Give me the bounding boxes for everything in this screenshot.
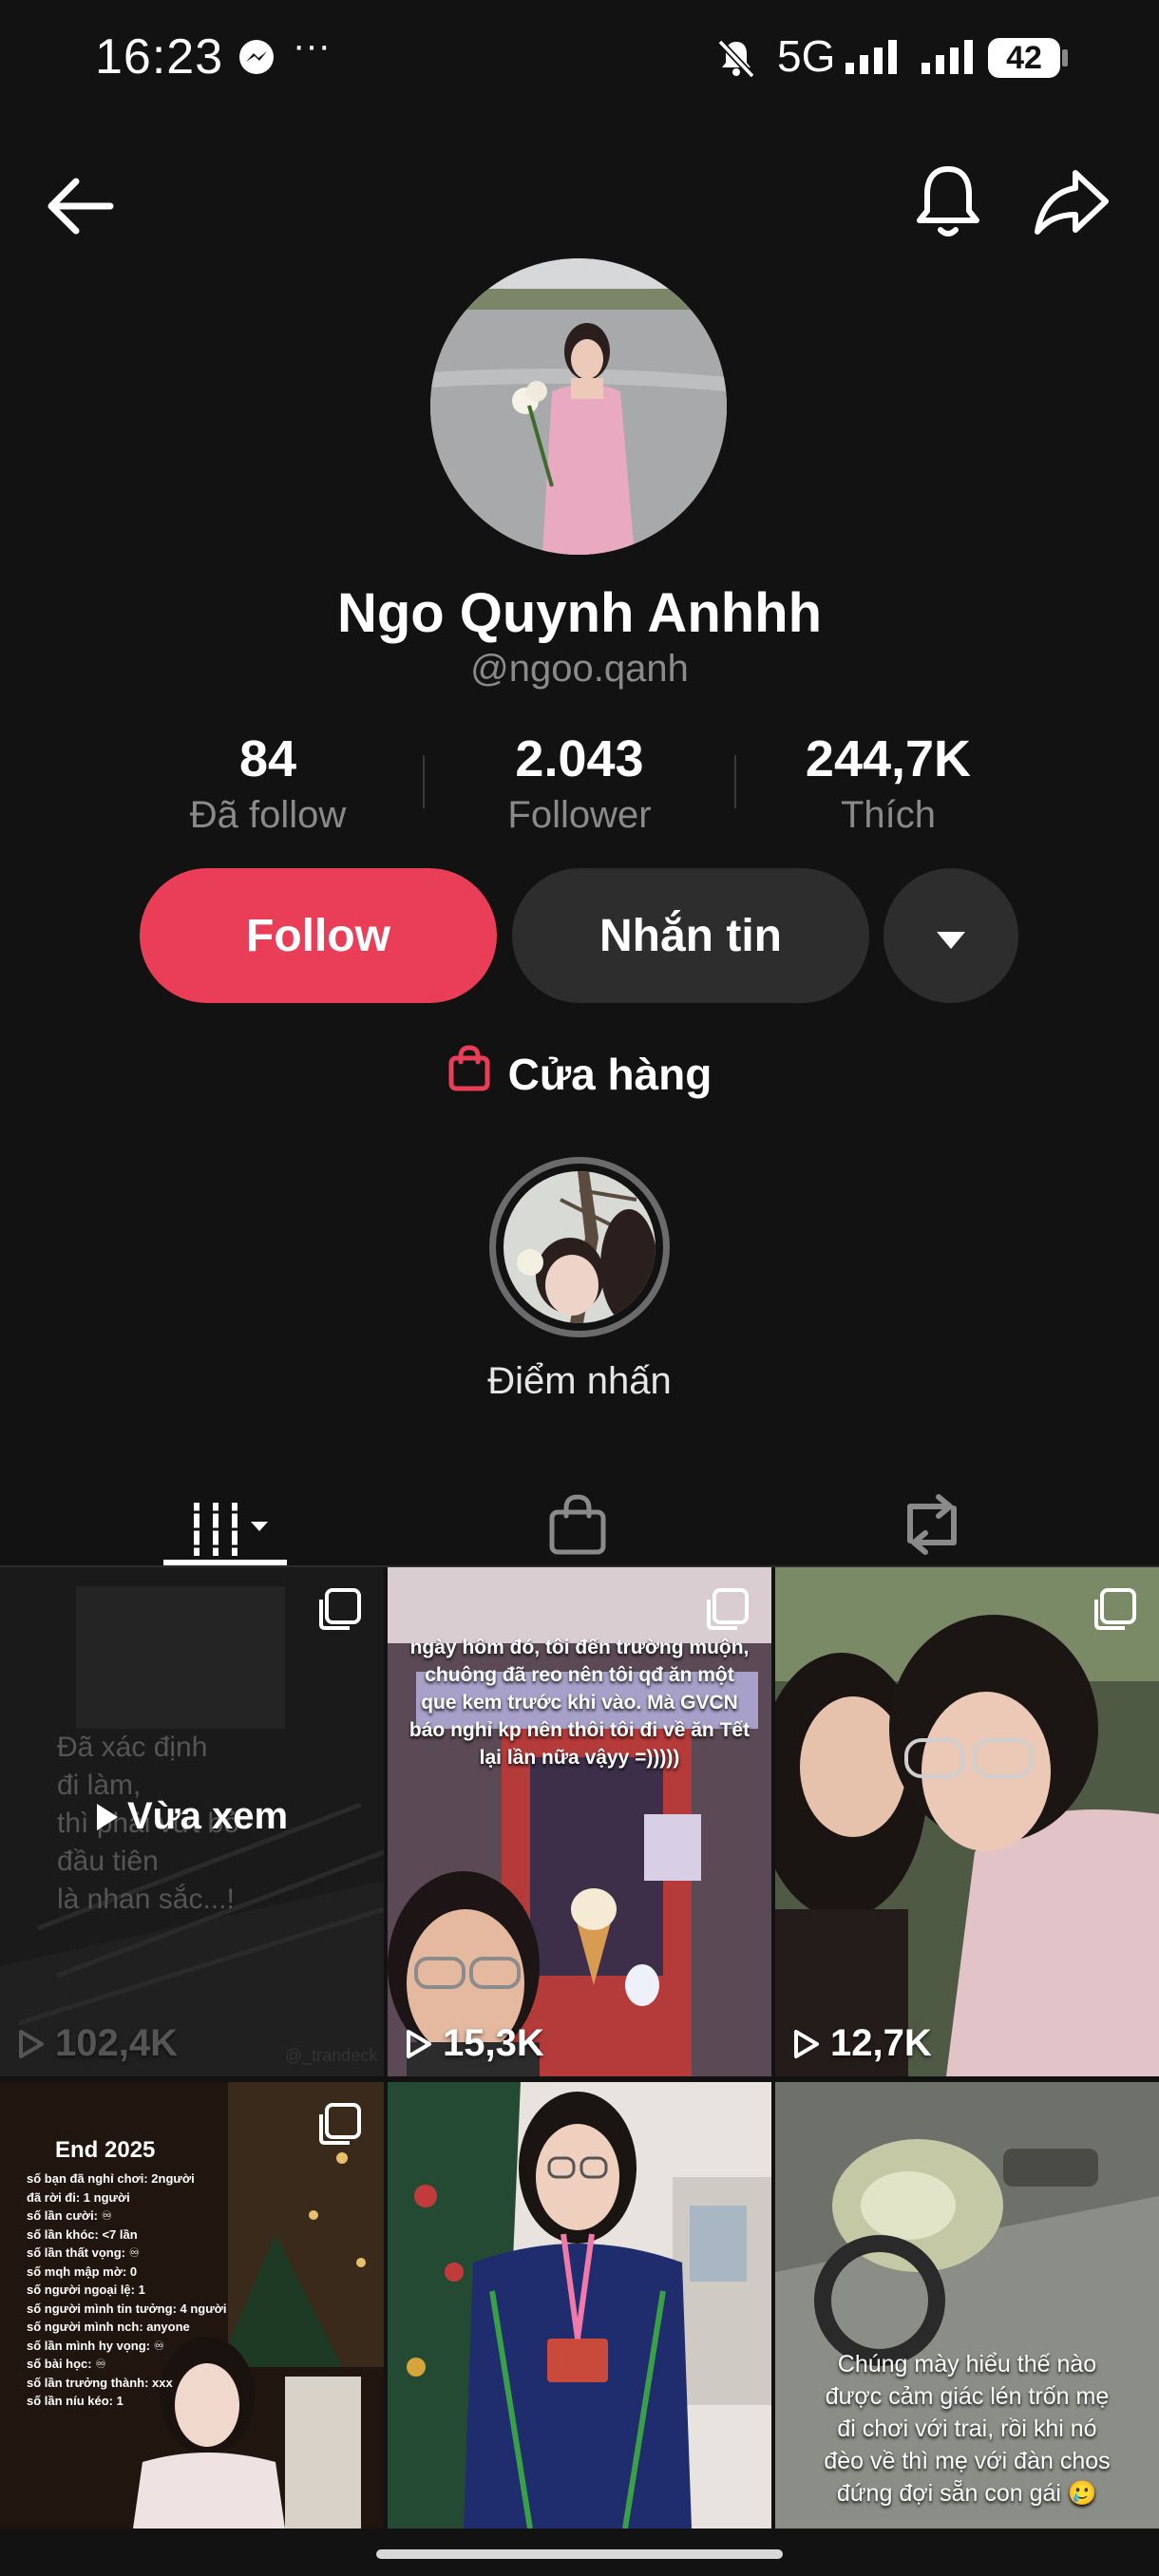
caption-line: số người mình tin tưởng: 4 người <box>27 2301 227 2316</box>
play-icon <box>97 1803 118 1830</box>
battery-tip <box>1062 49 1068 66</box>
view-count-value: 102,4K <box>55 2022 178 2064</box>
watermark: @_trandeck <box>285 2046 378 2065</box>
multi-photo-icon <box>705 1588 750 1637</box>
caption-line: số lần thất vọng: ♾ <box>27 2245 141 2260</box>
username: @ngoo.qanh <box>470 648 689 690</box>
highlight-thumbnail <box>504 1171 656 1323</box>
messenger-icon <box>238 38 276 81</box>
video-thumbnail[interactable]: Đã xác định đi làm, thì phải vứt bỏ đầu … <box>0 1567 384 2076</box>
caption-line: số lần cười: ♾ <box>27 2208 113 2223</box>
caption-line: số lần níu kéo: 1 <box>27 2394 124 2408</box>
shopping-bag-icon <box>447 1045 491 1103</box>
caption-line: Chúng mày hiểu thế nào <box>837 2351 1097 2377</box>
status-more: ··· <box>293 25 331 66</box>
play-outline-icon <box>794 2029 819 2058</box>
video-thumbnail[interactable]: 12,7K <box>775 1567 1159 2076</box>
stat-likes-label: Thích <box>840 794 937 836</box>
videos-grid-icon <box>192 1501 272 1563</box>
caption-line: số lần khóc: <7 lần <box>27 2226 138 2242</box>
play-outline-icon <box>407 2029 431 2058</box>
highlight-label: Điểm nhấn <box>487 1360 672 1402</box>
stat-followers-label: Follower <box>507 794 652 836</box>
caption-line: đầu tiên <box>57 1846 159 1877</box>
tab-shop[interactable] <box>547 1493 608 1561</box>
signal-icon-2 <box>920 40 977 81</box>
video-thumbnail[interactable]: Chúng mày hiểu thế nào được cảm giác lén… <box>775 2082 1159 2529</box>
caption-line: Đã xác định <box>57 1732 208 1763</box>
more-options-button[interactable] <box>884 868 1018 1003</box>
stat-following[interactable]: 84 Đã follow <box>135 729 401 837</box>
video-thumbnail[interactable] <box>388 2082 771 2529</box>
just-watched-label: Vừa xem <box>127 1795 289 1837</box>
shop-link[interactable]: Cửa hàng <box>0 1045 1159 1103</box>
caret-down-icon <box>935 910 967 962</box>
tab-active-indicator <box>163 1560 287 1565</box>
profile-tabs <box>0 1453 1159 1567</box>
caption-line: đèo về thì mẹ với đàn chos <box>824 2448 1111 2474</box>
caption-line: số lần trưởng thành: xxx <box>27 2375 173 2390</box>
highlight-story[interactable] <box>489 1157 670 1337</box>
stat-followers-value: 2.043 <box>515 730 644 787</box>
display-name: Ngo Quynh Anhhh <box>336 582 823 644</box>
caption-line: số bài học: ♾ <box>27 2357 106 2371</box>
view-count-value: 12,7K <box>830 2022 932 2064</box>
play-outline-icon <box>19 2029 44 2058</box>
caption-line: đã rời đi: 1 người <box>27 2189 130 2205</box>
video-thumbnail[interactable]: End 2025 số bạn đã nghỉ chơi: 2người đã … <box>0 2082 384 2529</box>
caption-line: số bạn đã nghỉ chơi: 2người <box>27 2171 195 2186</box>
caption-line: số người ngoại lệ: 1 <box>27 2282 145 2297</box>
multi-photo-icon <box>317 1588 363 1637</box>
share-icon[interactable] <box>1034 167 1110 242</box>
caption-line: số mqh mập mờ: 0 <box>27 2263 138 2279</box>
message-button-label: Nhắn tin <box>599 910 782 961</box>
multi-photo-icon <box>1092 1588 1138 1637</box>
caption-line: là nhan sắc...! <box>57 1884 235 1915</box>
battery-icon: 42 <box>988 38 1060 78</box>
caption-line: ngày hôm đó, tôi đến trường muộn, <box>409 1637 750 1658</box>
caption-line: lại lần nữa vậyy =))))) <box>479 1747 680 1769</box>
caption-line: đứng đợi sẵn con gái 🥲 <box>836 2480 1098 2507</box>
caption-line: số lần mình hy vọng: ♾ <box>27 2338 165 2353</box>
mute-icon <box>714 36 758 85</box>
caption-line: báo nghỉ kp nên thôi tôi đi về ăn Tết <box>408 1719 750 1741</box>
video-thumbnail[interactable]: ngày hôm đó, tôi đến trường muộn, chuông… <box>388 1567 771 2076</box>
just-watched-badge: Vừa xem <box>95 1795 288 1838</box>
view-count: 12,7K <box>792 2022 932 2065</box>
stat-followers[interactable]: 2.043 Follower <box>446 729 712 837</box>
caption-line: được cảm giác lén trốn mẹ <box>825 2383 1110 2410</box>
bell-icon[interactable] <box>912 161 984 248</box>
caption-line: chuông đã reo nên tôi qđ ăn một <box>425 1664 734 1686</box>
follow-button[interactable]: Follow <box>140 868 497 1003</box>
network-type: 5G <box>777 31 836 81</box>
tab-videos[interactable] <box>163 1476 287 1565</box>
tab-reposts[interactable] <box>899 1493 965 1561</box>
back-arrow-icon[interactable] <box>44 173 116 244</box>
status-time: 16:23 <box>95 29 224 85</box>
top-nav <box>0 152 1159 256</box>
message-button[interactable]: Nhắn tin <box>512 868 869 1003</box>
follow-button-label: Follow <box>246 910 390 961</box>
caption-line: que kem trước khi vào. Mà GVCN <box>421 1692 738 1714</box>
battery-level: 42 <box>1006 40 1042 76</box>
status-bar: 16:23 ··· 5G 42 <box>0 0 1159 114</box>
stat-likes-value: 244,7K <box>805 730 972 787</box>
signal-icon <box>844 40 901 81</box>
multi-photo-icon <box>317 2103 363 2151</box>
caption-line: số người mình nch: anyone <box>27 2320 190 2334</box>
stat-divider <box>734 755 736 808</box>
stat-likes[interactable]: 244,7K Thích <box>755 729 1021 837</box>
avatar[interactable] <box>430 258 727 555</box>
stat-divider <box>423 755 425 808</box>
view-count: 102,4K <box>17 2022 178 2065</box>
view-count-value: 15,3K <box>443 2022 544 2064</box>
shop-label: Cửa hàng <box>507 1049 712 1099</box>
caption-line: đi chơi với trai, rồi khi nó <box>837 2415 1097 2442</box>
view-count: 15,3K <box>405 2022 544 2065</box>
stat-following-value: 84 <box>238 730 297 787</box>
home-indicator[interactable] <box>376 2549 783 2559</box>
caption-title: End 2025 <box>55 2137 156 2163</box>
stat-following-label: Đã follow <box>189 794 347 836</box>
